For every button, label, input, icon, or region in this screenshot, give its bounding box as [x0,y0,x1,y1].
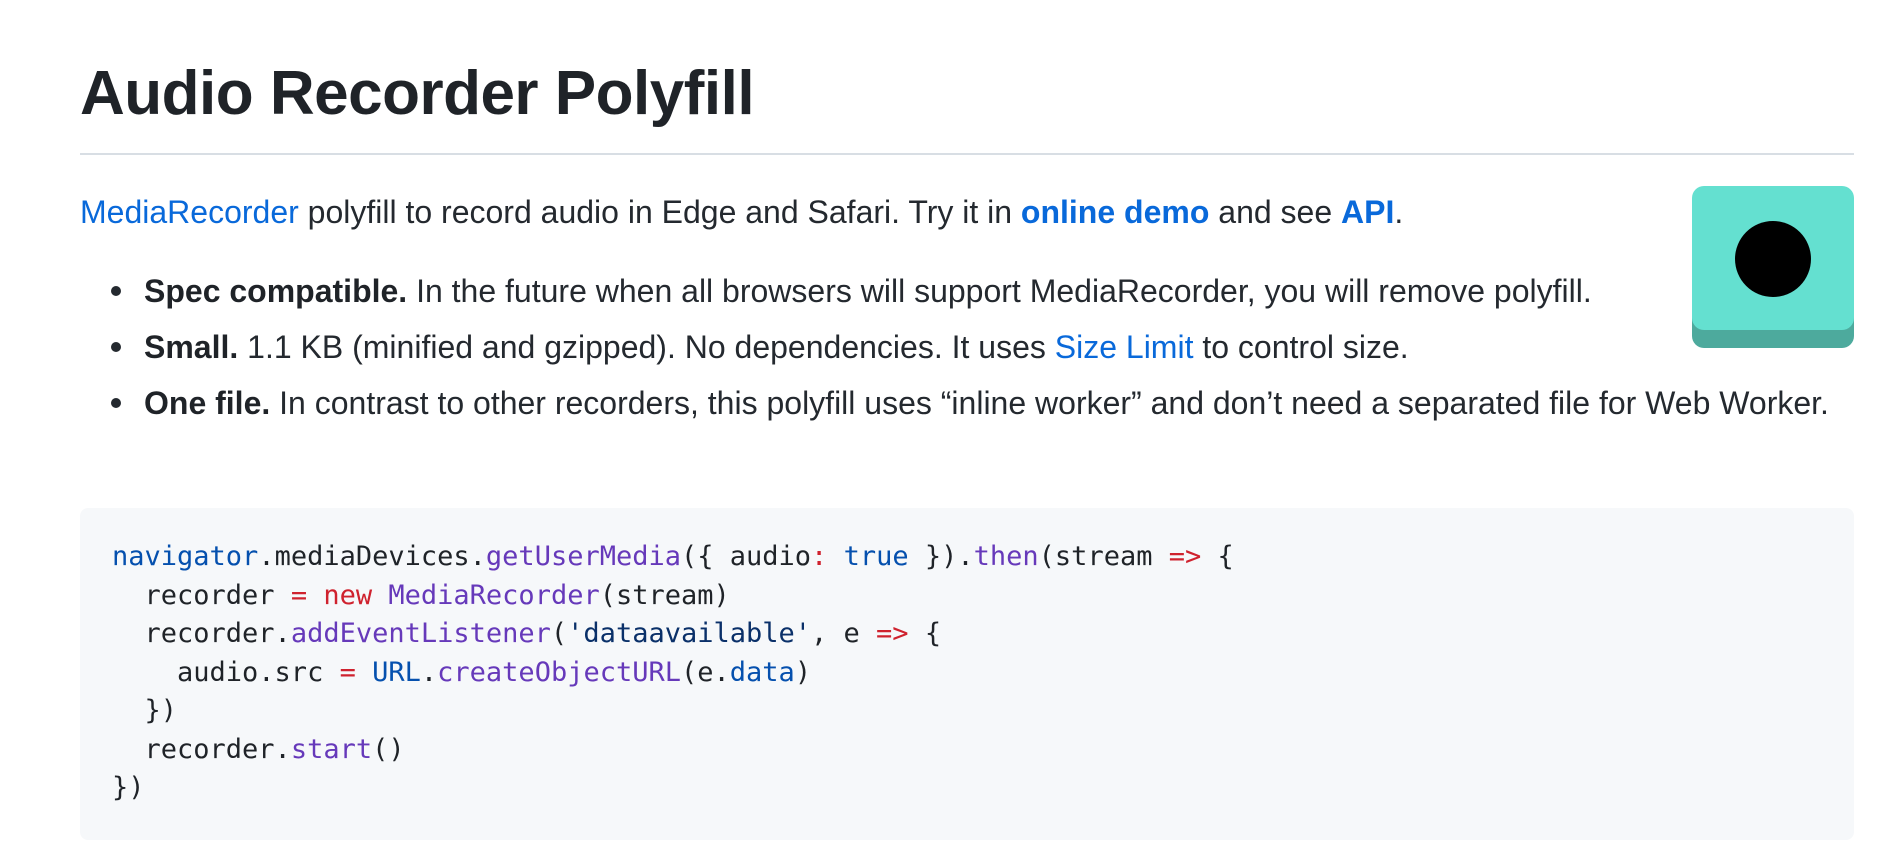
feature-item-one-file: One file. In contrast to other recorders… [111,379,1854,427]
code-token: = [339,656,356,688]
intro-paragraph: MediaRecorder polyfill to record audio i… [80,190,1403,234]
code-line: recorder.addEventListener('dataavailable… [112,618,942,649]
code-token: (e. [681,656,730,688]
feature-lead: Spec compatible. [144,273,408,309]
feature-text: In contrast to other recorders, this pol… [270,385,1829,421]
code-line: }) [112,772,145,803]
code-token: then [973,541,1039,572]
code-token: createObjectURL [437,656,681,688]
code-token: (stream) [599,579,730,611]
code-token: => [1168,541,1202,572]
code-token: { [1201,541,1234,572]
code-token: ({ audio [681,541,812,572]
code-block[interactable]: navigator.mediaDevices.getUserMedia({ au… [80,508,1854,840]
list-bullet [111,398,121,408]
feature-text: In the future when all browsers will sup… [407,273,1592,309]
code-token: mediaDevices [274,541,470,572]
code-token: recorder [112,579,291,611]
list-bullet [111,286,121,296]
code-token: }) [112,772,145,803]
code-content[interactable]: navigator.mediaDevices.getUserMedia({ au… [112,538,1822,808]
api-link[interactable]: API [1341,194,1394,230]
feature-text: 1.1 KB (minified and gzipped). No depend… [238,329,1055,365]
code-token: audio.src [112,656,340,688]
code-line: recorder = new MediaRecorder(stream) [112,580,730,611]
intro-text-1: polyfill to record audio in Edge and Saf… [298,194,1021,230]
feature-lead: Small. [144,329,239,365]
mediarecorder-link[interactable]: MediaRecorder [80,194,299,230]
feature-lead: One file. [144,385,271,421]
intro-text-3: . [1394,194,1404,230]
code-token: URL [372,656,421,688]
size-limit-link[interactable]: Size Limit [1055,329,1194,365]
code-line: }) [112,695,178,726]
online-demo-link[interactable]: online demo [1021,194,1209,230]
code-token: (stream [1038,541,1169,572]
code-token: addEventListener [290,618,551,649]
code-line: navigator.mediaDevices.getUserMedia({ au… [112,541,1234,572]
code-token: recorder. [112,733,291,765]
code-token: () [372,733,405,765]
code-token: new [323,579,373,611]
feature-text: to control size. [1193,329,1409,365]
code-token: MediaRecorder [388,579,600,611]
code-token: }). [908,541,974,572]
feature-item-spec: Spec compatible. In the future when all … [111,267,1844,315]
code-token: ) [794,656,812,688]
code-token: . [469,541,486,572]
code-token: }) [112,695,178,726]
readme-content: Audio Recorder Polyfill MediaRecorder po… [80,0,1854,846]
code-token: start [290,733,373,765]
code-token: data [729,656,795,688]
code-token: recorder. [112,618,291,649]
code-token: : [811,541,828,572]
code-token: { [908,618,942,649]
page-title: Audio Recorder Polyfill [80,59,755,128]
code-token: ( [550,618,568,649]
code-token: => [876,618,909,649]
title-divider [80,153,1854,155]
intro-text-2: and see [1209,194,1342,230]
code-token: navigator [112,541,259,572]
code-token: . [258,541,275,572]
code-token: , e [811,618,877,649]
feature-list: Spec compatible. In the future when all … [80,267,1844,435]
code-line: audio.src = URL.createObjectURL(e.data) [112,657,811,688]
code-token: true [843,541,909,572]
feature-item-small: Small. 1.1 KB (minified and gzipped). No… [111,323,1844,371]
code-token: . [420,656,438,688]
code-token: getUserMedia [485,541,681,572]
list-bullet [111,342,121,352]
code-line: recorder.start() [112,734,405,765]
code-token: 'dataavailable' [567,618,812,649]
code-token: = [290,579,308,611]
